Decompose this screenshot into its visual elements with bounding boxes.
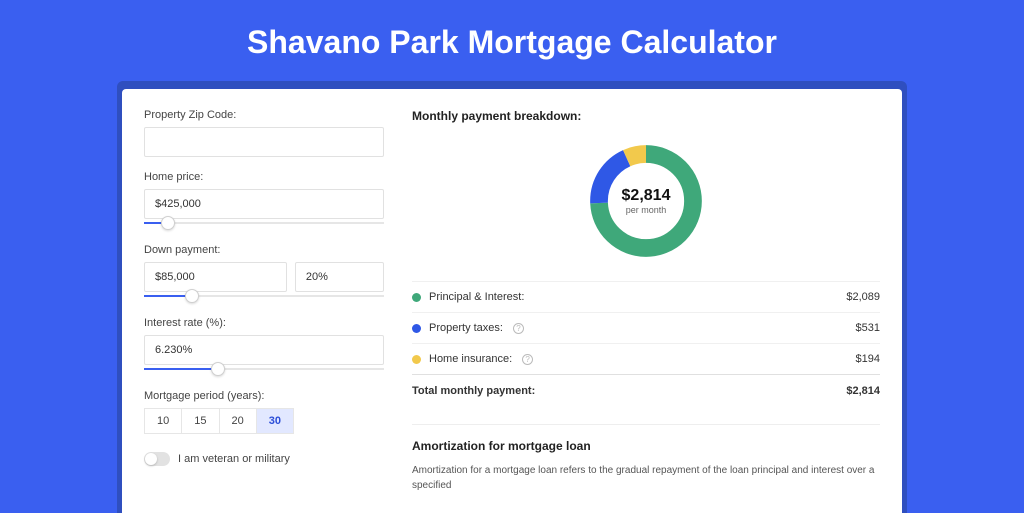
veteran-row: I am veteran or military xyxy=(144,452,384,466)
legend-total-value: $2,814 xyxy=(846,385,880,397)
period-btn-20[interactable]: 20 xyxy=(219,408,256,434)
slider-handle[interactable] xyxy=(185,289,199,303)
calculator-card: Property Zip Code: Home price: Down paym… xyxy=(122,89,902,513)
amortization-section: Amortization for mortgage loan Amortizat… xyxy=(412,424,880,493)
legend-insurance: Home insurance: ? $194 xyxy=(412,343,880,374)
down-payment-label: Down payment: xyxy=(144,244,384,256)
legend-label: Property taxes: xyxy=(429,322,503,334)
legend-value: $194 xyxy=(856,353,880,365)
legend-value: $2,089 xyxy=(846,291,880,303)
veteran-label: I am veteran or military xyxy=(178,453,290,465)
interest-rate-label: Interest rate (%): xyxy=(144,317,384,329)
dot-icon xyxy=(412,293,421,302)
down-payment-group: Down payment: xyxy=(144,244,384,303)
page-title: Shavano Park Mortgage Calculator xyxy=(0,0,1024,81)
card-backdrop: Property Zip Code: Home price: Down paym… xyxy=(117,81,907,513)
legend-principal: Principal & Interest: $2,089 xyxy=(412,281,880,312)
info-icon[interactable]: ? xyxy=(513,323,524,334)
home-price-input[interactable] xyxy=(144,189,384,219)
interest-rate-slider[interactable] xyxy=(144,362,384,376)
dot-icon xyxy=(412,324,421,333)
legend-label: Home insurance: xyxy=(429,353,512,365)
donut-chart-wrap: $2,814 per month xyxy=(412,133,880,281)
period-btn-30[interactable]: 30 xyxy=(256,408,294,434)
down-payment-slider[interactable] xyxy=(144,289,384,303)
home-price-group: Home price: xyxy=(144,171,384,230)
donut-value: $2,814 xyxy=(622,187,671,205)
zip-group: Property Zip Code: xyxy=(144,109,384,157)
period-group: Mortgage period (years): 10 15 20 30 xyxy=(144,390,384,434)
legend-total: Total monthly payment: $2,814 xyxy=(412,374,880,406)
period-btn-15[interactable]: 15 xyxy=(181,408,218,434)
breakdown-column: Monthly payment breakdown: $2,814 per mo… xyxy=(412,109,880,493)
donut-center: $2,814 per month xyxy=(584,139,708,263)
legend-label: Principal & Interest: xyxy=(429,291,524,303)
period-label: Mortgage period (years): xyxy=(144,390,384,402)
home-price-slider[interactable] xyxy=(144,216,384,230)
legend-value: $531 xyxy=(856,322,880,334)
home-price-label: Home price: xyxy=(144,171,384,183)
breakdown-title: Monthly payment breakdown: xyxy=(412,109,880,123)
legend-taxes: Property taxes: ? $531 xyxy=(412,312,880,343)
period-buttons: 10 15 20 30 xyxy=(144,408,384,434)
donut-chart: $2,814 per month xyxy=(584,139,708,263)
slider-handle[interactable] xyxy=(161,216,175,230)
down-payment-pct-input[interactable] xyxy=(295,262,384,292)
down-payment-input[interactable] xyxy=(144,262,287,292)
donut-sublabel: per month xyxy=(626,205,667,215)
slider-handle[interactable] xyxy=(211,362,225,376)
legend-total-label: Total monthly payment: xyxy=(412,385,535,397)
form-column: Property Zip Code: Home price: Down paym… xyxy=(144,109,384,493)
zip-label: Property Zip Code: xyxy=(144,109,384,121)
interest-rate-input[interactable] xyxy=(144,335,384,365)
amortization-title: Amortization for mortgage loan xyxy=(412,439,880,453)
interest-rate-group: Interest rate (%): xyxy=(144,317,384,376)
dot-icon xyxy=(412,355,421,364)
zip-input[interactable] xyxy=(144,127,384,157)
veteran-toggle[interactable] xyxy=(144,452,170,466)
info-icon[interactable]: ? xyxy=(522,354,533,365)
period-btn-10[interactable]: 10 xyxy=(144,408,181,434)
amortization-text: Amortization for a mortgage loan refers … xyxy=(412,463,880,493)
